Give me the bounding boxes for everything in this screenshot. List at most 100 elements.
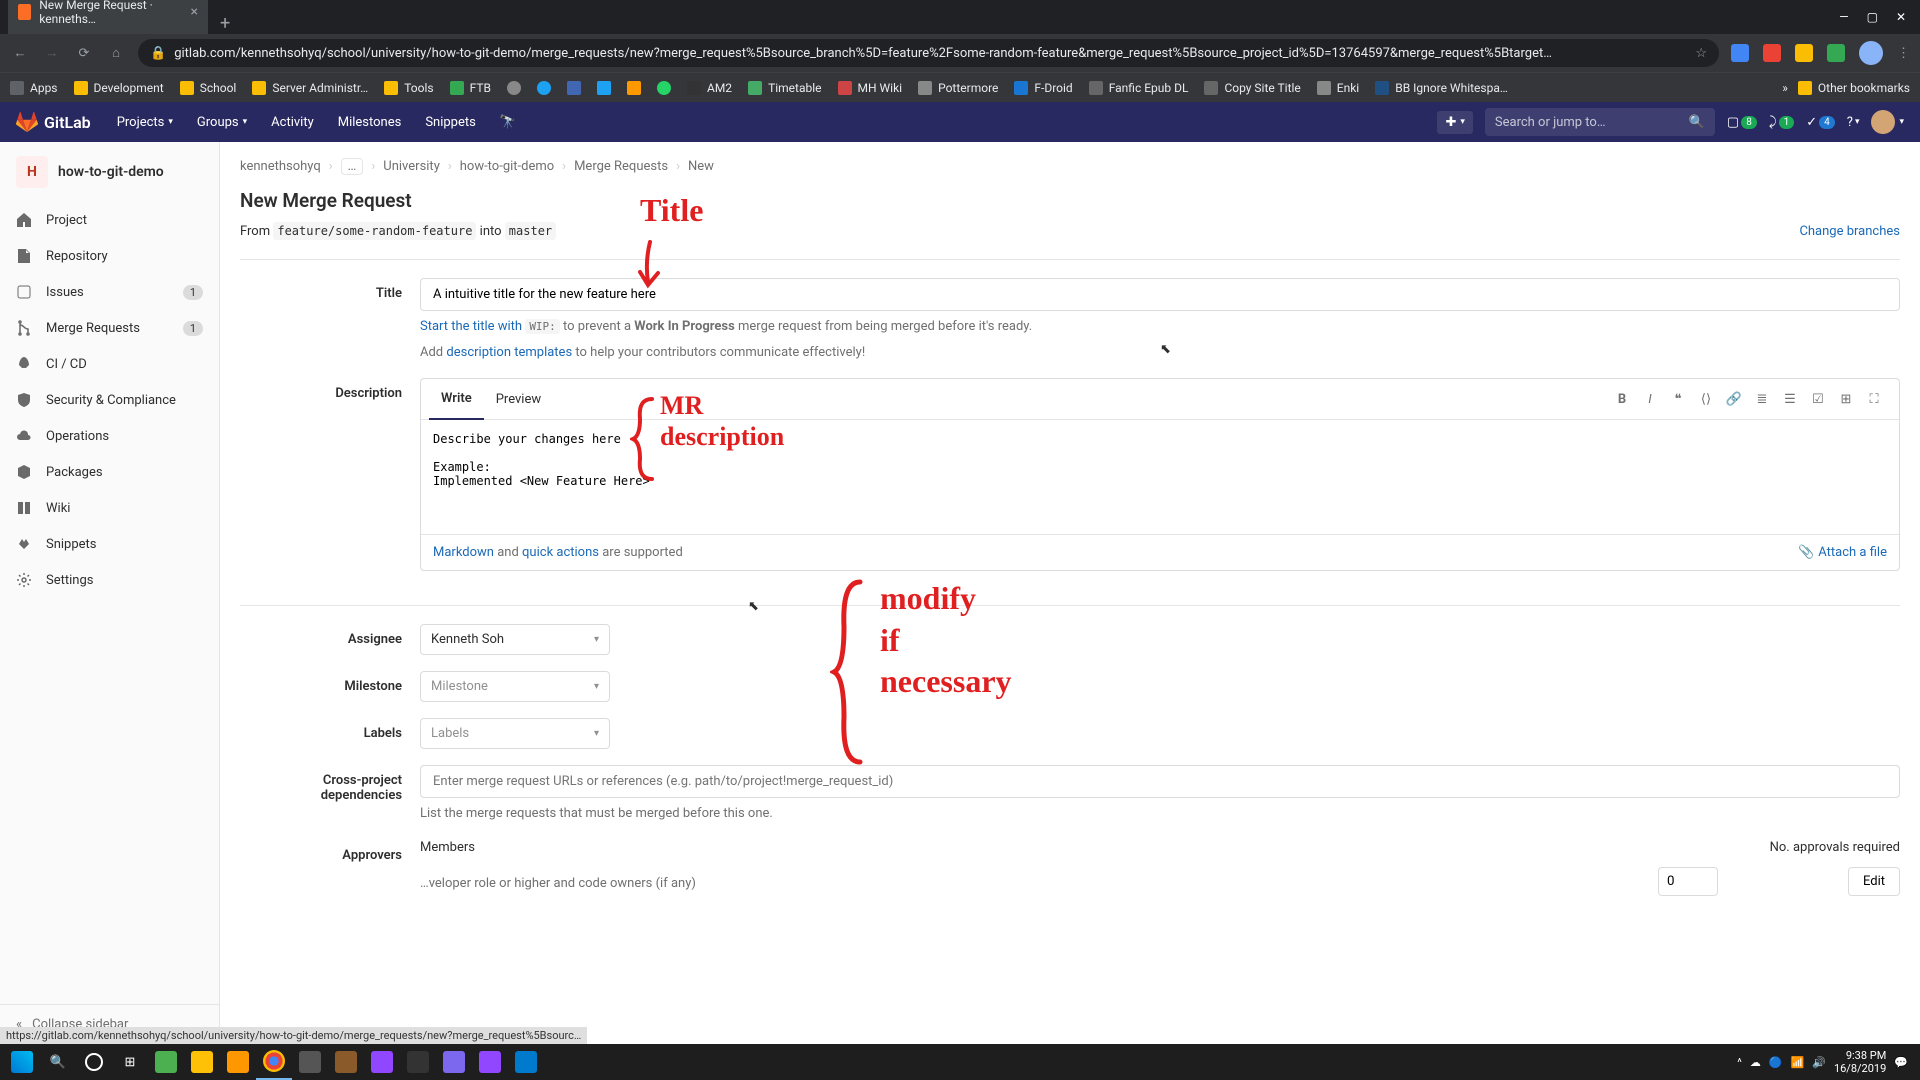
taskbar-app[interactable] <box>472 1044 508 1080</box>
help-dropdown[interactable]: ? ▾ <box>1847 115 1860 130</box>
todos-counter[interactable]: ✓4 <box>1806 115 1835 130</box>
home-button[interactable]: ⌂ <box>106 43 126 63</box>
taskbar-app[interactable] <box>436 1044 472 1080</box>
bookmark[interactable]: Timetable <box>748 81 821 95</box>
italic-button[interactable]: I <box>1641 391 1659 407</box>
other-bookmarks[interactable]: Other bookmarks <box>1798 81 1910 95</box>
menu-icon[interactable]: ⋮ <box>1897 46 1910 61</box>
taskbar-app[interactable] <box>328 1044 364 1080</box>
forward-button[interactable]: → <box>42 43 62 63</box>
bookmark[interactable]: Server Administr… <box>252 81 368 95</box>
bookmark[interactable]: MH Wiki <box>838 81 903 95</box>
code-button[interactable]: ⟨⟩ <box>1697 391 1715 407</box>
write-tab[interactable]: Write <box>429 379 484 420</box>
change-branches-link[interactable]: Change branches <box>1799 224 1900 239</box>
taskbar-app[interactable] <box>292 1044 328 1080</box>
breadcrumb-item[interactable]: University <box>383 159 440 174</box>
labels-dropdown[interactable]: Labels ▾ <box>420 718 610 749</box>
bookmark[interactable]: Tools <box>384 81 433 95</box>
search-box[interactable]: 🔍 <box>1485 108 1715 136</box>
edit-approvers-button[interactable]: Edit <box>1848 867 1900 896</box>
bookmark[interactable] <box>537 81 551 95</box>
bookmark[interactable]: School <box>180 81 237 95</box>
ext-icon[interactable] <box>1731 44 1749 62</box>
sidebar-item-settings[interactable]: Settings <box>0 562 219 598</box>
tray-wifi-icon[interactable]: 📶 <box>1791 1056 1805 1069</box>
nav-groups[interactable]: Groups ▾ <box>187 105 257 140</box>
tray-icon[interactable]: 🔵 <box>1769 1056 1783 1069</box>
sidebar-project-header[interactable]: H how-to-git-demo <box>0 142 219 202</box>
taskbar-vscode[interactable] <box>508 1044 544 1080</box>
ext-icon[interactable] <box>1763 44 1781 62</box>
quick-actions-link[interactable]: quick actions <box>522 545 599 560</box>
nav-binoculars-icon[interactable]: 🔭 <box>490 105 526 140</box>
cortana-button[interactable] <box>76 1044 112 1080</box>
address-bar[interactable]: 🔒 ☆ <box>138 39 1719 67</box>
sidebar-item-project[interactable]: Project <box>0 202 219 238</box>
sidebar-item-cicd[interactable]: CI / CD <box>0 346 219 382</box>
browser-tab[interactable]: New Merge Request · kenneths… × <box>8 0 208 34</box>
bookmark[interactable]: AM2 <box>687 81 732 95</box>
attach-file-link[interactable]: 📎 Attach a file <box>1798 545 1887 560</box>
breadcrumb-more[interactable]: … <box>341 158 364 175</box>
bullet-list-button[interactable]: ≣ <box>1753 391 1771 407</box>
task-list-button[interactable]: ☑ <box>1809 391 1827 407</box>
bookmark[interactable]: Enki <box>1317 81 1359 95</box>
ext-icon[interactable] <box>1795 44 1813 62</box>
maximize-button[interactable]: ▢ <box>1867 10 1878 24</box>
approvals-required-input[interactable] <box>1658 867 1718 896</box>
system-tray[interactable]: ^ ☁ 🔵 📶 🔊 9:38 PM 16/8/2019 💬 <box>1737 1049 1916 1075</box>
nav-activity[interactable]: Activity <box>261 105 324 140</box>
nav-projects[interactable]: Projects ▾ <box>107 105 183 140</box>
table-button[interactable]: ⊞ <box>1837 391 1855 407</box>
description-templates-link[interactable]: description templates <box>446 345 572 360</box>
taskbar-app[interactable] <box>184 1044 220 1080</box>
fullscreen-button[interactable]: ⛶ <box>1865 391 1883 407</box>
bookmark[interactable]: Development <box>74 81 164 95</box>
minimize-button[interactable]: — <box>1839 10 1848 24</box>
bookmark[interactable]: Pottermore <box>918 81 998 95</box>
number-list-button[interactable]: ☰ <box>1781 391 1799 407</box>
title-input[interactable] <box>420 278 1900 311</box>
tray-chevron-icon[interactable]: ^ <box>1737 1056 1742 1069</box>
sidebar-item-snippets[interactable]: Snippets <box>0 526 219 562</box>
bookmark[interactable] <box>507 81 521 95</box>
bookmark[interactable]: FTB <box>450 81 491 95</box>
close-tab-icon[interactable]: × <box>191 4 198 20</box>
bookmark[interactable]: F-Droid <box>1014 81 1072 95</box>
breadcrumb-item[interactable]: Merge Requests <box>574 159 668 174</box>
taskbar-app[interactable] <box>220 1044 256 1080</box>
search-button[interactable]: 🔍 <box>40 1044 76 1080</box>
sidebar-item-merge-requests[interactable]: Merge Requests1 <box>0 310 219 346</box>
taskbar-app[interactable] <box>400 1044 436 1080</box>
issues-counter[interactable]: ▢8 <box>1727 115 1757 130</box>
preview-tab[interactable]: Preview <box>484 380 553 419</box>
mrs-counter[interactable]: ⤸1 <box>1769 115 1794 130</box>
gitlab-logo[interactable]: GitLab <box>16 111 91 133</box>
ext-icon[interactable] <box>1827 44 1845 62</box>
tray-clock[interactable]: 9:38 PM 16/8/2019 <box>1834 1049 1886 1075</box>
breadcrumb-item[interactable]: kennethsohyq <box>240 159 321 174</box>
tray-volume-icon[interactable]: 🔊 <box>1812 1056 1826 1069</box>
reload-button[interactable]: ⟳ <box>74 43 94 63</box>
markdown-link[interactable]: Markdown <box>433 545 494 560</box>
taskbar-app[interactable] <box>364 1044 400 1080</box>
bookmark-apps[interactable]: Apps <box>10 81 58 95</box>
quote-button[interactable]: ❝ <box>1669 391 1687 407</box>
notification-icon[interactable]: 💬 <box>1894 1056 1908 1069</box>
bookmark[interactable]: BB Ignore Whitespa… <box>1375 81 1508 95</box>
taskbar-app[interactable] <box>148 1044 184 1080</box>
nav-milestones[interactable]: Milestones <box>328 105 412 140</box>
bookmark[interactable]: Copy Site Title <box>1204 81 1300 95</box>
bookmark[interactable] <box>657 81 671 95</box>
sidebar-item-operations[interactable]: Operations <box>0 418 219 454</box>
start-button[interactable] <box>4 1044 40 1080</box>
wip-start-link[interactable]: Start the title with <box>420 319 522 334</box>
nav-snippets[interactable]: Snippets <box>415 105 486 140</box>
new-tab-button[interactable]: + <box>208 13 242 34</box>
bookmark[interactable] <box>627 81 641 95</box>
taskbar-chrome[interactable] <box>256 1044 292 1080</box>
sidebar-item-packages[interactable]: Packages <box>0 454 219 490</box>
user-menu[interactable]: ▾ <box>1871 110 1904 134</box>
description-textarea[interactable] <box>421 420 1899 530</box>
